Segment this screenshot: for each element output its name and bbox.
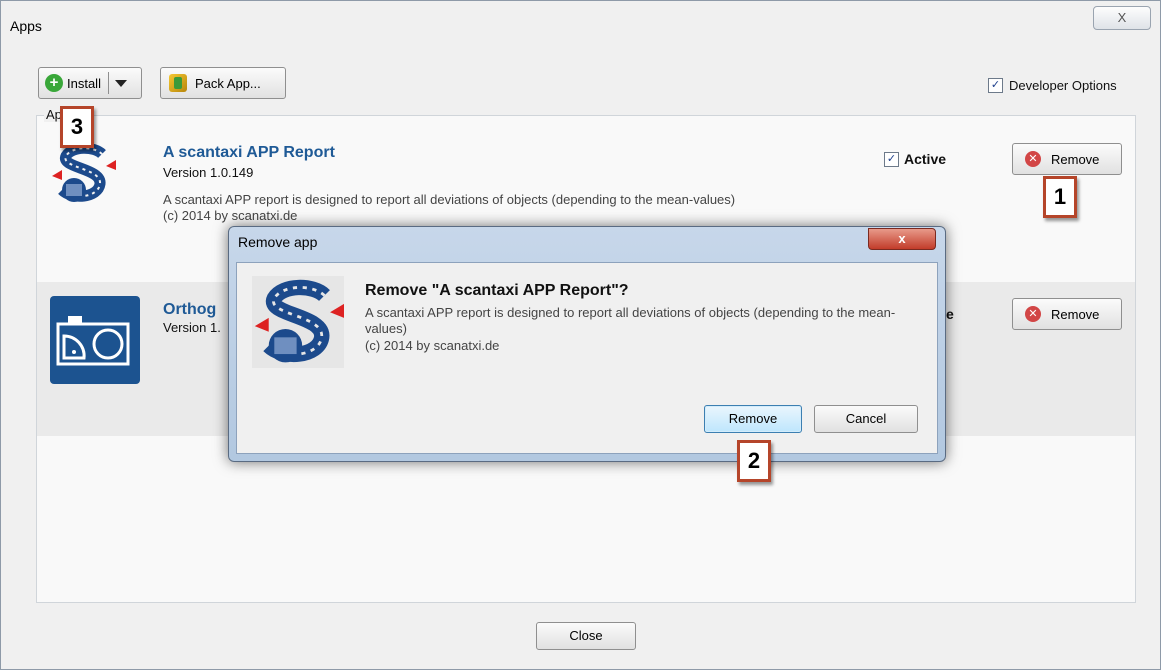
developer-options-toggle[interactable]: ✓ Developer Options <box>988 78 1117 93</box>
dialog-close-button[interactable]: x <box>868 228 936 250</box>
app-active-toggle[interactable]: ✓ Active <box>884 151 946 167</box>
remove-app-button[interactable]: ✕ Remove <box>1012 143 1122 175</box>
chevron-down-icon[interactable] <box>114 79 127 87</box>
dialog-title: Remove app <box>238 234 318 250</box>
window-close-button[interactable]: X <box>1093 6 1151 30</box>
dialog-copyright: (c) 2014 by scanatxi.de <box>365 338 500 353</box>
callout-2: 2 <box>737 440 771 482</box>
active-label: e <box>946 306 954 322</box>
app-copyright: (c) 2014 by scanatxi.de <box>163 208 298 223</box>
dialog-cancel-button[interactable]: Cancel <box>814 405 918 433</box>
app-name[interactable]: Orthog <box>163 301 216 319</box>
app-version: Version 1.0.149 <box>163 165 254 180</box>
scantaxi-logo-icon <box>252 276 344 368</box>
scantaxi-logo-icon <box>52 142 116 202</box>
camera-logo-icon <box>50 296 140 384</box>
app-name[interactable]: A scantaxi APP Report <box>163 144 335 162</box>
split-divider <box>107 72 109 94</box>
developer-options-label: Developer Options <box>1009 78 1117 93</box>
app-description: A scantaxi APP report is designed to rep… <box>163 192 736 207</box>
developer-options-checkbox[interactable]: ✓ <box>988 78 1003 93</box>
install-button[interactable]: + Install <box>38 67 142 99</box>
remove-label: Remove <box>1051 151 1100 167</box>
remove-icon: ✕ <box>1025 151 1041 167</box>
remove-app-button[interactable]: ✕ Remove <box>1012 298 1122 330</box>
active-label: Active <box>904 151 947 167</box>
window-title: Apps <box>10 18 42 34</box>
dialog-description: A scantaxi APP report is designed to rep… <box>365 305 896 336</box>
close-button[interactable]: Close <box>536 622 636 650</box>
active-checkbox[interactable]: ✓ <box>884 151 899 167</box>
pack-app-button[interactable]: Pack App... <box>160 67 286 99</box>
install-label: Install <box>67 75 101 91</box>
dialog-remove-button[interactable]: Remove <box>704 405 802 433</box>
callout-3: 3 <box>60 106 94 148</box>
remove-icon: ✕ <box>1025 306 1041 322</box>
app-version: Version 1. <box>163 320 221 335</box>
pack-app-label: Pack App... <box>195 75 261 91</box>
package-icon <box>169 74 187 92</box>
callout-1: 1 <box>1043 176 1077 218</box>
plus-icon: + <box>45 74 63 92</box>
dialog-heading: Remove "A scantaxi APP Report"? <box>365 282 629 299</box>
remove-label: Remove <box>1051 306 1100 322</box>
